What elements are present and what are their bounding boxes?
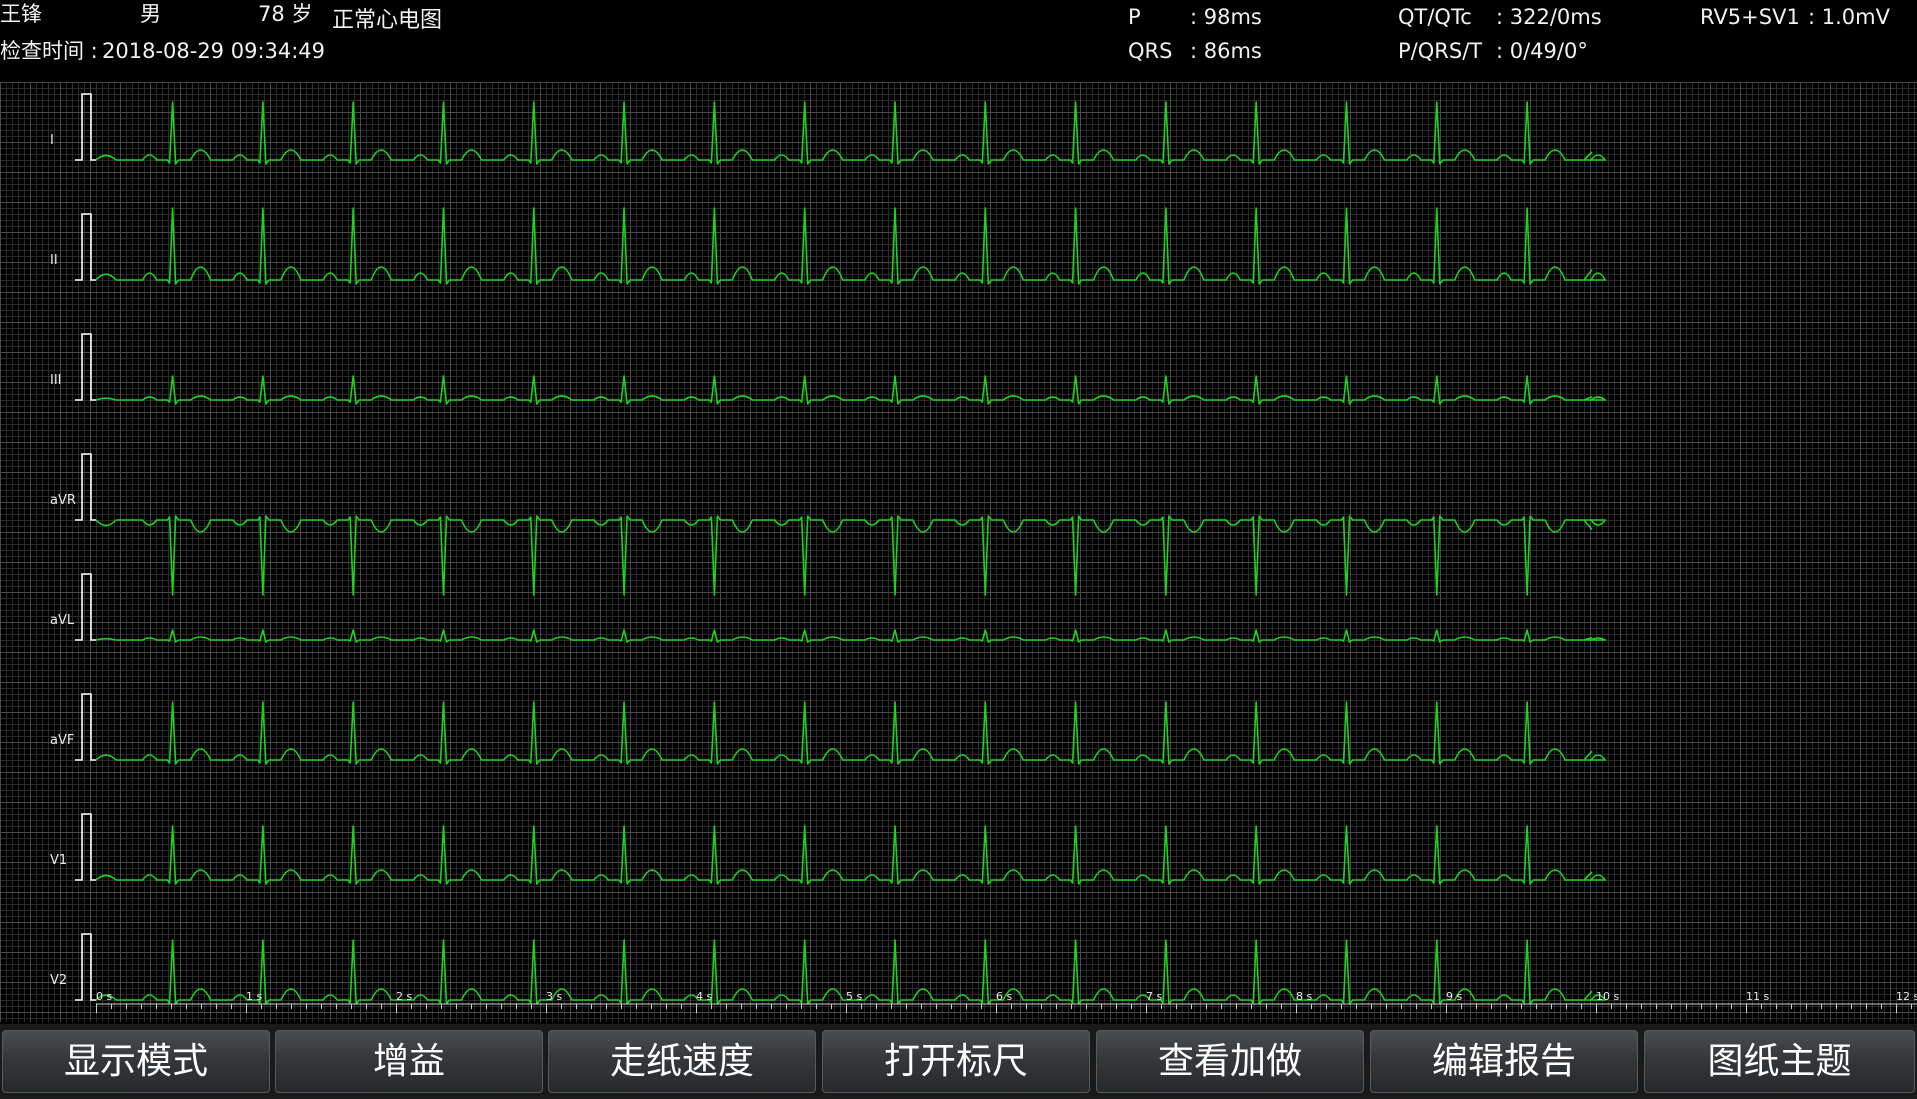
time-label: 7 s (1146, 990, 1162, 1003)
axis-label: P/QRS/T (1398, 39, 1483, 63)
time-label: 2 s (396, 990, 412, 1003)
exam-time-label: 检查时间 : (0, 39, 98, 63)
time-label: 6 s (996, 990, 1012, 1003)
lead-label: II (50, 253, 58, 268)
ecg-trace (95, 825, 1606, 885)
time-label: 9 s (1446, 990, 1462, 1003)
qrs-duration-value: : 86ms (1190, 39, 1262, 63)
lead-label: I (50, 133, 54, 148)
lead-ii: II (50, 207, 1606, 285)
diagnosis-text: 正常心电图 (332, 8, 443, 33)
lead-v1: V1 (50, 813, 1606, 885)
lead-avf: aVF (50, 693, 1606, 765)
rv5-sv1-label: RV5+SV1 (1700, 5, 1800, 29)
ecg-trace (95, 207, 1606, 285)
bottom-toolbar: 显示模式 增益 走纸速度 打开标尺 查看加做 编辑报告 图纸主题 (0, 1024, 1917, 1099)
time-label: 5 s (846, 990, 862, 1003)
open-ruler-button[interactable]: 打开标尺 (822, 1030, 1090, 1093)
lead-v2: V2 (50, 933, 1606, 1005)
ecg-chart: IIIIIIaVRaVLaVFV1V20 s1 s2 s3 s4 s5 s6 s… (0, 82, 1917, 1022)
qrs-duration-label: QRS (1128, 39, 1173, 63)
lead-avr: aVR (50, 453, 1606, 596)
qt-qtc-label: QT/QTc (1398, 5, 1472, 29)
paper-theme-button[interactable]: 图纸主题 (1644, 1030, 1915, 1093)
lead-iii: III (50, 333, 1606, 405)
qt-qtc-value: : 322/0ms (1496, 5, 1602, 29)
lead-label: aVR (50, 493, 76, 508)
lead-label: V2 (50, 973, 67, 988)
lead-label: V1 (50, 853, 67, 868)
p-duration-value: : 98ms (1190, 5, 1262, 29)
exam-time-value: 2018-08-29 09:34:49 (102, 39, 326, 63)
patient-name: 王锋 (0, 2, 42, 26)
time-label: 1 s (246, 990, 262, 1003)
time-label: 11 s (1746, 990, 1769, 1003)
time-ruler: 0 s 1 s 2 s 3 s 4 s 5 s 6 s 7 s 8 s 9 s 10 s 11 s 12… (96, 990, 1917, 1013)
axis-value: : 0/49/0° (1496, 39, 1588, 63)
time-label: 10 s (1596, 990, 1619, 1003)
time-label: 0 s (96, 990, 112, 1003)
view-extra-button[interactable]: 查看加做 (1096, 1030, 1364, 1093)
rv5-sv1-value: : 1.0mV (1808, 5, 1890, 29)
header-bar: 王锋 男 78 岁 正常心电图 检查时间 : 2018-08-29 09:34:… (0, 0, 1917, 82)
gain-button[interactable]: 增益 (275, 1030, 543, 1093)
ecg-trace (95, 375, 1606, 405)
display-mode-button[interactable]: 显示模式 (2, 1030, 270, 1093)
lead-i: I (50, 93, 1606, 165)
ecg-grid-panel[interactable]: I II III aVR aVL aVF V1 V2 0 s1 s2 s3 s4 s5 s6 s… (0, 82, 1917, 1022)
time-label: 4 s (696, 990, 712, 1003)
patient-sex: 男 (140, 2, 161, 26)
lead-label: aVL (50, 613, 75, 628)
edit-report-button[interactable]: 编辑报告 (1370, 1030, 1638, 1093)
lead-avl: aVL (50, 573, 1606, 643)
ecg-trace (95, 515, 1606, 596)
time-label: 12 s (1896, 990, 1917, 1003)
lead-label: aVF (50, 733, 74, 748)
grid-minor (0, 82, 1917, 1022)
time-label: 8 s (1296, 990, 1312, 1003)
patient-age: 78 岁 (258, 2, 313, 26)
paper-speed-button[interactable]: 走纸速度 (548, 1030, 816, 1093)
p-duration-label: P (1128, 5, 1141, 29)
lead-label: III (50, 373, 62, 388)
time-label: 3 s (546, 990, 562, 1003)
